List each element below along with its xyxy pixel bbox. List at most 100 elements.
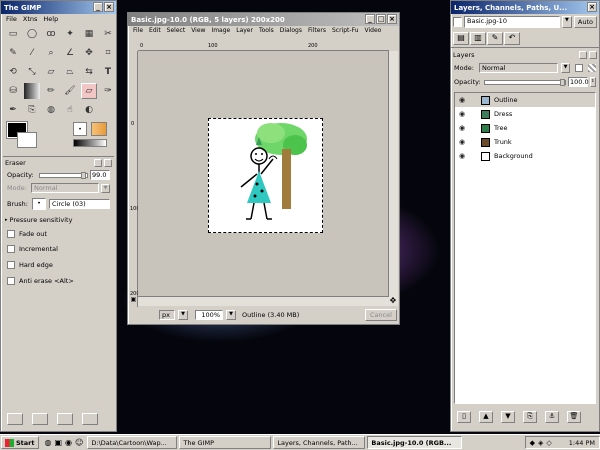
- tray-icon[interactable]: ◆: [530, 439, 535, 447]
- layers-titlebar[interactable]: Layers, Channels, Paths, U... ×: [451, 1, 599, 14]
- visibility-eye-icon[interactable]: ◉: [455, 110, 469, 118]
- vertical-scrollbar[interactable]: [388, 51, 398, 306]
- smudge-tool-icon[interactable]: ☝: [62, 102, 78, 118]
- minimize-icon[interactable]: _: [365, 14, 375, 24]
- menu-view[interactable]: View: [188, 27, 208, 34]
- hard-edge-checkbox[interactable]: [7, 261, 15, 269]
- taskbar-item-folder[interactable]: D:\Data\Cartoon\Wap...: [87, 436, 178, 449]
- menu-video[interactable]: Video: [362, 27, 385, 34]
- layer-opacity-value[interactable]: 100.0: [568, 77, 589, 87]
- menu-script-fu[interactable]: Script-Fu: [329, 27, 362, 34]
- visibility-eye-icon[interactable]: ◉: [455, 124, 469, 132]
- vertical-ruler[interactable]: 0 100 200: [129, 51, 140, 307]
- auto-button[interactable]: Auto: [573, 16, 597, 28]
- mode-select[interactable]: Normal: [31, 183, 99, 193]
- menu-tools[interactable]: Tools: [256, 27, 277, 34]
- opacity-slider[interactable]: [39, 171, 88, 179]
- zoom-dropdown-icon[interactable]: ▼: [226, 309, 236, 320]
- detach-icon[interactable]: [94, 159, 102, 167]
- reset-options-icon[interactable]: [82, 413, 98, 425]
- save-options-icon[interactable]: [7, 413, 23, 425]
- start-button[interactable]: Start: [1, 436, 39, 449]
- delete-layer-icon[interactable]: 🗑: [567, 411, 581, 423]
- cancel-button[interactable]: Cancel: [364, 308, 397, 321]
- ink-tool-icon[interactable]: ✒: [5, 102, 21, 118]
- raise-layer-icon[interactable]: ▲: [479, 411, 493, 423]
- layer-row[interactable]: ◉ Outline: [455, 93, 595, 107]
- duplicate-layer-icon[interactable]: ⎘: [523, 411, 537, 423]
- zoom-tool-icon[interactable]: ⌕: [43, 45, 59, 61]
- taskbar-item-layers[interactable]: Layers, Channels, Path...: [273, 436, 366, 449]
- image-select-dropdown-icon[interactable]: ▼: [561, 16, 572, 28]
- canvas-area[interactable]: [138, 51, 389, 306]
- fuzzy-select-tool-icon[interactable]: ✦: [62, 26, 78, 42]
- menu-xtns[interactable]: Xtns: [20, 15, 41, 23]
- anchor-layer-icon[interactable]: ⚓: [545, 411, 559, 423]
- clone-tool-icon[interactable]: ⎘: [24, 102, 40, 118]
- visibility-eye-icon[interactable]: ◉: [455, 96, 469, 104]
- layer-row[interactable]: ◉ Background: [455, 149, 595, 163]
- perspective-tool-icon[interactable]: ⏢: [62, 64, 78, 80]
- pencil-tool-icon[interactable]: ✏: [43, 83, 59, 99]
- ellipse-select-tool-icon[interactable]: ◯: [24, 26, 40, 42]
- paths-tool-icon[interactable]: ✎: [5, 45, 21, 61]
- restore-options-icon[interactable]: [32, 413, 48, 425]
- delete-options-icon[interactable]: [57, 413, 73, 425]
- menu-image[interactable]: Image: [208, 27, 233, 34]
- paths-tab-icon[interactable]: ✎: [487, 32, 503, 45]
- menu-edit[interactable]: Edit: [146, 27, 164, 34]
- gimp-icon[interactable]: ☺: [75, 438, 83, 447]
- crop-tool-icon[interactable]: ⌗: [100, 45, 116, 61]
- close-icon[interactable]: ×: [387, 14, 397, 24]
- image-titlebar[interactable]: Basic.jpg-10.0 (RGB, 5 layers) 200x200 _…: [128, 13, 399, 26]
- browser-icon[interactable]: ◍: [45, 438, 52, 447]
- anti-erase-checkbox[interactable]: [7, 277, 15, 285]
- explorer-icon[interactable]: ▣: [54, 438, 62, 447]
- zoom-field[interactable]: 100%: [195, 309, 223, 320]
- media-icon[interactable]: ◉: [65, 438, 72, 447]
- incremental-checkbox[interactable]: [7, 245, 15, 253]
- eraser-tool-icon[interactable]: ▱: [81, 83, 97, 99]
- rotate-tool-icon[interactable]: ⟲: [5, 64, 21, 80]
- close-panel-icon[interactable]: [104, 159, 112, 167]
- detach-icon[interactable]: [579, 51, 587, 59]
- layer-mode-select[interactable]: Normal: [479, 63, 558, 73]
- menu-help[interactable]: Help: [40, 15, 61, 23]
- visibility-eye-icon[interactable]: ◉: [455, 138, 469, 146]
- pattern-indicator-icon[interactable]: [91, 122, 107, 136]
- new-layer-icon[interactable]: ▯: [457, 411, 471, 423]
- scale-tool-icon[interactable]: ⤡: [24, 64, 40, 80]
- tray-icon[interactable]: ◇: [546, 439, 551, 447]
- text-tool-icon[interactable]: T: [100, 64, 116, 80]
- menu-layer[interactable]: Layer: [233, 27, 256, 34]
- measure-tool-icon[interactable]: ∠: [62, 45, 78, 61]
- menu-select[interactable]: Select: [164, 27, 189, 34]
- undo-tab-icon[interactable]: ↶: [504, 32, 520, 45]
- blend-tool-icon[interactable]: [24, 83, 40, 99]
- shear-tool-icon[interactable]: ▱: [43, 64, 59, 80]
- image-canvas[interactable]: [208, 118, 323, 233]
- rect-select-tool-icon[interactable]: ▭: [5, 26, 21, 42]
- dodge-burn-tool-icon[interactable]: ◐: [81, 102, 97, 118]
- menu-filters[interactable]: Filters: [305, 27, 329, 34]
- mode-dropdown-icon[interactable]: ▼: [101, 183, 110, 193]
- unit-dropdown-icon[interactable]: ▼: [178, 309, 188, 320]
- navigate-icon[interactable]: ✥: [388, 296, 398, 306]
- background-color-swatch[interactable]: [17, 132, 37, 148]
- gradient-indicator-icon[interactable]: [73, 139, 107, 147]
- layers-tab-icon[interactable]: ▤: [453, 32, 469, 45]
- taskbar-item-gimp[interactable]: The GIMP: [179, 436, 272, 449]
- pressure-sensitivity-label[interactable]: Pressure sensitivity: [10, 216, 73, 224]
- free-select-tool-icon[interactable]: ꝏ: [43, 26, 59, 42]
- brush-preview[interactable]: •: [32, 198, 46, 210]
- image-select[interactable]: Basic.jpg-10: [464, 16, 560, 28]
- opacity-value[interactable]: 99.0: [90, 170, 110, 180]
- close-icon[interactable]: ×: [104, 2, 114, 12]
- expand-arrow-icon[interactable]: ▸: [5, 217, 8, 223]
- layer-row[interactable]: ◉ Dress: [455, 107, 595, 121]
- close-panel-icon[interactable]: [589, 51, 597, 59]
- scissors-tool-icon[interactable]: ✂: [100, 26, 116, 42]
- keep-transparency-checkbox[interactable]: [575, 64, 583, 72]
- layer-row[interactable]: ◉ Tree: [455, 121, 595, 135]
- menu-file[interactable]: File: [3, 15, 20, 23]
